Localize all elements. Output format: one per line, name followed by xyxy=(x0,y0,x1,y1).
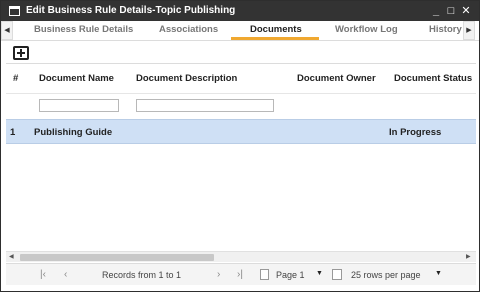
previous-page-icon[interactable]: ‹ xyxy=(64,269,67,280)
records-range-text: Records from 1 to 1 xyxy=(102,270,182,280)
column-header-document-status[interactable]: Document Status xyxy=(394,73,472,84)
active-tab-indicator xyxy=(231,37,319,40)
page-caret-down-icon[interactable]: ▼ xyxy=(316,270,323,277)
scroll-right-icon[interactable]: ▶ xyxy=(466,253,471,260)
rows-caret-down-icon[interactable]: ▼ xyxy=(435,270,442,277)
grid-divider xyxy=(6,63,476,64)
table-row[interactable]: 1 Publishing Guide In Progress xyxy=(6,119,476,144)
first-page-icon[interactable]: |‹ xyxy=(40,269,46,280)
tab-history[interactable]: History xyxy=(429,24,462,35)
tab-business-rule-details[interactable]: Business Rule Details xyxy=(34,24,133,35)
rows-per-page-icon xyxy=(332,269,342,280)
maximize-button[interactable]: □ xyxy=(445,3,457,19)
page-icon xyxy=(260,269,269,280)
document-description-filter-input[interactable] xyxy=(136,99,274,112)
column-header-number[interactable]: # xyxy=(13,73,18,84)
horizontal-scrollbar[interactable]: ◀ ▶ xyxy=(6,251,476,262)
dialog-title: Edit Business Rule Details-Topic Publish… xyxy=(26,5,236,16)
filter-row-divider xyxy=(6,93,476,94)
tab-documents[interactable]: Documents xyxy=(250,24,302,35)
document-name-filter-input[interactable] xyxy=(39,99,119,112)
pagination-bar: |‹ ‹ Records from 1 to 1 › ›| Page 1 ▼ 2… xyxy=(6,263,476,285)
column-header-document-owner[interactable]: Document Owner xyxy=(297,73,376,84)
rows-per-page-select[interactable]: 25 rows per page xyxy=(351,270,421,280)
row-document-name[interactable]: Publishing Guide xyxy=(34,127,112,138)
tab-scroll-left-icon[interactable]: ◀ xyxy=(1,21,13,40)
tab-scroll-right-icon[interactable]: ▶ xyxy=(463,21,475,40)
next-page-icon[interactable]: › xyxy=(217,269,220,280)
last-page-icon[interactable]: ›| xyxy=(237,269,243,280)
tab-associations[interactable]: Associations xyxy=(159,24,218,35)
page-number-select[interactable]: Page 1 xyxy=(276,270,305,280)
tab-workflow-log[interactable]: Workflow Log xyxy=(335,24,398,35)
scroll-left-icon[interactable]: ◀ xyxy=(9,253,14,260)
edit-business-rule-dialog: Edit Business Rule Details-Topic Publish… xyxy=(0,0,480,292)
minimize-button[interactable]: _ xyxy=(430,3,442,19)
column-header-document-name[interactable]: Document Name xyxy=(39,73,114,84)
window-icon xyxy=(9,6,20,16)
tab-bar: ◀ Business Rule Details Associations Doc… xyxy=(1,21,479,41)
add-document-button[interactable] xyxy=(13,46,29,60)
row-document-status: In Progress xyxy=(389,127,442,138)
close-button[interactable]: ✕ xyxy=(460,3,472,19)
grid-toolbar xyxy=(13,46,29,60)
scrollbar-thumb[interactable] xyxy=(20,254,214,261)
row-number: 1 xyxy=(10,127,16,138)
column-header-document-description[interactable]: Document Description xyxy=(136,73,237,84)
title-bar: Edit Business Rule Details-Topic Publish… xyxy=(1,1,479,21)
